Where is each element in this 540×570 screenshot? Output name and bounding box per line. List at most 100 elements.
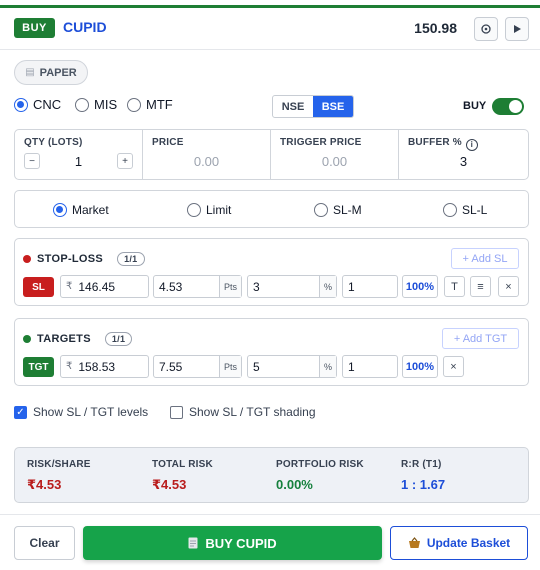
risk-reward-value: 1 : 1.67	[401, 477, 446, 492]
sl-percent-field[interactable]: 3 %	[247, 275, 337, 298]
price-label: PRICE	[152, 137, 184, 148]
tgt-qty-percent-button[interactable]: 100%	[402, 355, 438, 378]
play-button[interactable]	[505, 17, 529, 41]
add-tgt-button[interactable]: + Add TGT	[442, 328, 519, 349]
sl-qty-field[interactable]: 1	[342, 275, 398, 298]
checkbox-checked-icon: ✓	[14, 405, 27, 419]
radio-icon	[314, 203, 328, 217]
show-shading-label: Show SL / TGT shading	[189, 405, 316, 419]
portfolio-risk-label: PORTFOLIO RISK	[276, 459, 364, 470]
exchange-bse[interactable]: BSE	[313, 96, 353, 117]
gear-icon	[481, 24, 491, 34]
radio-icon	[75, 97, 89, 112]
paper-mode-label: PAPER	[39, 66, 77, 79]
sl-menu-button[interactable]: ≡	[470, 276, 491, 297]
sl-qty-percent-button[interactable]: 100%	[402, 275, 438, 298]
tgt-qty-field[interactable]: 1	[342, 355, 398, 378]
price-input[interactable]: 0.00	[143, 154, 270, 169]
side-badge: BUY	[14, 18, 55, 38]
rupee-icon: ₹	[66, 281, 73, 292]
symbol-name[interactable]: CUPID	[63, 19, 107, 35]
green-dot-icon	[23, 335, 31, 343]
radio-selected-icon	[14, 97, 28, 112]
stop-loss-title: STOP-LOSS 1/1	[23, 252, 145, 266]
update-basket-button[interactable]: Update Basket	[390, 526, 528, 560]
portfolio-risk: PORTFOLIO RISK 0.00%	[276, 459, 364, 492]
radio-selected-icon	[53, 203, 67, 217]
sl-percent-value: 3	[253, 279, 260, 294]
trigger-price-input[interactable]: 0.00	[271, 154, 398, 169]
sl-price-field[interactable]: ₹ 146.45	[60, 275, 149, 298]
add-sl-button[interactable]: + Add SL	[451, 248, 519, 269]
portfolio-risk-value: 0.00%	[276, 477, 313, 492]
side-toggle-label: BUY	[463, 100, 487, 112]
order-type-sl-m[interactable]: SL-M	[314, 203, 362, 217]
settings-button[interactable]	[474, 17, 498, 41]
tgt-points-suffix: Pts	[218, 356, 241, 377]
qty-cell: QTY (LOTS) − 1 +	[15, 130, 143, 179]
buy-sell-toggle[interactable]	[492, 98, 524, 115]
product-option-mtf[interactable]: MTF	[127, 97, 173, 112]
document-icon	[188, 537, 198, 549]
sl-points-suffix: Pts	[218, 276, 241, 297]
qty-increment-button[interactable]: +	[117, 153, 133, 169]
product-label: MIS	[94, 97, 118, 112]
order-header: BUY CUPID 150.98	[0, 8, 540, 50]
show-levels-label: Show SL / TGT levels	[33, 405, 149, 419]
info-icon[interactable]: i	[465, 138, 478, 151]
buffer-input[interactable]: 3	[399, 154, 528, 169]
footer-divider	[0, 514, 540, 515]
tgt-qty-value: 1	[348, 359, 355, 374]
document-icon: ▤	[25, 67, 35, 78]
order-type-group: Market Limit SL-M SL-L	[14, 190, 529, 228]
sl-price-value: 146.45	[78, 279, 116, 294]
tgt-price-value: 158.53	[78, 359, 116, 374]
risk-summary: RISK/SHARE ₹4.53 TOTAL RISK ₹4.53 PORTFO…	[14, 447, 529, 503]
update-basket-label: Update Basket	[426, 536, 511, 550]
tgt-percent-field[interactable]: 5 %	[247, 355, 337, 378]
buy-submit-button[interactable]: BUY CUPID	[83, 526, 382, 560]
rupee-icon: ₹	[66, 361, 73, 372]
tgt-remove-button[interactable]: ×	[443, 356, 464, 377]
show-levels-checkbox[interactable]: ✓ Show SL / TGT levels	[14, 405, 148, 419]
order-type-label: Limit	[206, 203, 232, 217]
sl-tag: SL	[23, 277, 54, 297]
tgt-percent-value: 5	[253, 359, 260, 374]
risk-reward-label: R:R (T1)	[401, 459, 442, 470]
targets-count-badge: 1/1	[104, 332, 133, 346]
targets-title: TARGETS 1/1	[23, 332, 133, 346]
sl-trailing-button[interactable]: T	[444, 276, 465, 297]
radio-icon	[127, 97, 141, 112]
order-type-market[interactable]: Market	[53, 203, 109, 217]
paper-mode-chip[interactable]: ▤ PAPER	[14, 60, 88, 85]
last-traded-price: 150.98	[414, 20, 457, 36]
price-cell: PRICE 0.00	[143, 130, 271, 179]
product-label: MTF	[146, 97, 173, 112]
tgt-price-field[interactable]: ₹ 158.53	[60, 355, 149, 378]
product-label: CNC	[33, 97, 62, 112]
radio-icon	[187, 203, 201, 217]
show-shading-checkbox[interactable]: Show SL / TGT shading	[170, 405, 316, 419]
targets-title-text: TARGETS	[37, 333, 91, 345]
sl-points-value: 4.53	[159, 279, 183, 294]
trigger-cell: TRIGGER PRICE 0.00	[271, 130, 399, 179]
order-type-sl-l[interactable]: SL-L	[443, 203, 487, 217]
radio-icon	[443, 203, 457, 217]
targets-panel: TARGETS 1/1 + Add TGT TGT ₹ 158.53 7.55 …	[14, 318, 529, 386]
order-type-label: SL-M	[333, 203, 362, 217]
total-risk-value: ₹4.53	[152, 477, 187, 492]
clear-button[interactable]: Clear	[14, 526, 75, 560]
product-option-cnc[interactable]: CNC	[14, 97, 61, 112]
total-risk: TOTAL RISK ₹4.53	[152, 459, 213, 493]
sl-points-field[interactable]: 4.53 Pts	[153, 275, 242, 298]
risk-per-share: RISK/SHARE ₹4.53	[27, 459, 91, 493]
order-type-limit[interactable]: Limit	[187, 203, 231, 217]
buffer-label-wrap: BUFFER % i	[408, 137, 478, 151]
stop-loss-title-text: STOP-LOSS	[37, 253, 104, 265]
sl-remove-button[interactable]: ×	[498, 276, 519, 297]
tgt-points-field[interactable]: 7.55 Pts	[153, 355, 242, 378]
product-option-mis[interactable]: MIS	[75, 97, 117, 112]
exchange-nse[interactable]: NSE	[273, 96, 313, 117]
stop-loss-panel: STOP-LOSS 1/1 + Add SL SL ₹ 146.45 4.53 …	[14, 238, 529, 306]
risk-per-share-label: RISK/SHARE	[27, 459, 91, 470]
